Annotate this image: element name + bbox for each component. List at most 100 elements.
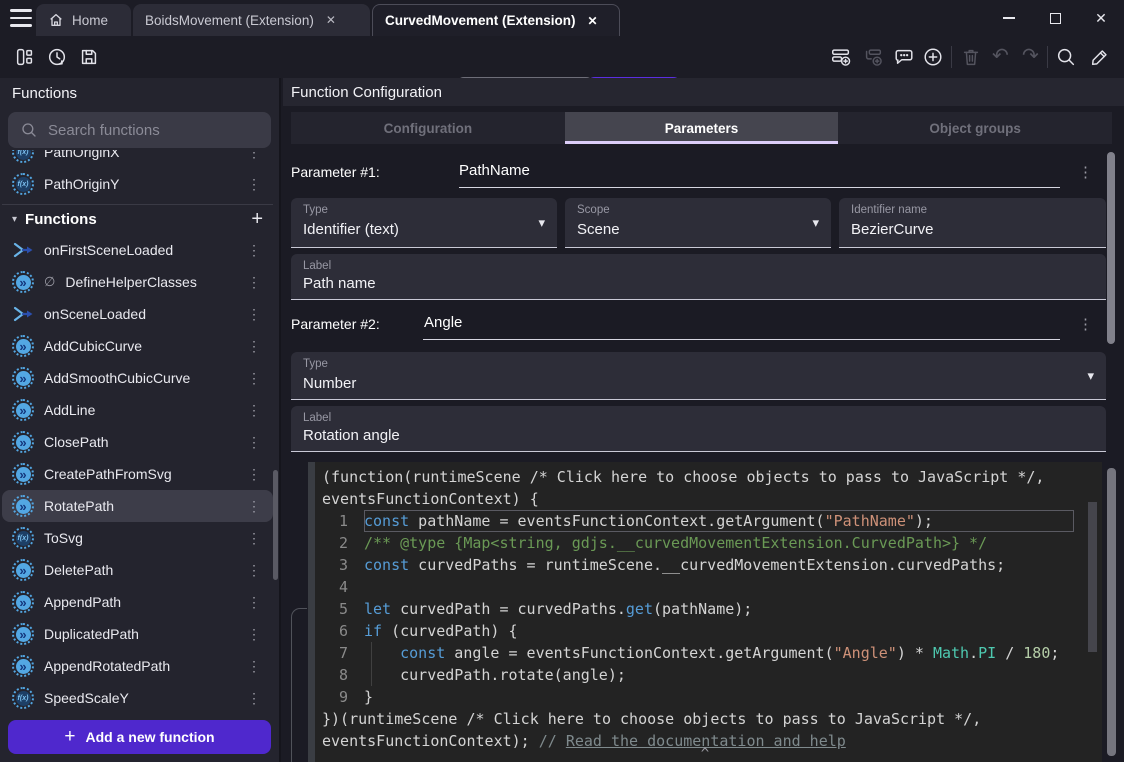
menu-dots-icon[interactable]: ⋮	[245, 530, 263, 547]
comment-icon[interactable]	[893, 46, 915, 68]
tab-object-groups[interactable]: Object groups	[838, 112, 1112, 144]
menu-dots-icon[interactable]: ⋮	[245, 434, 263, 451]
indent-guide	[371, 642, 372, 686]
menu-dots-icon[interactable]: ⋮	[245, 370, 263, 387]
search-icon[interactable]	[1055, 46, 1077, 68]
code-wrap-line[interactable]: (function(runtimeScene /* Click here to …	[315, 466, 1092, 488]
menu-dots-icon[interactable]: ⋮	[245, 176, 263, 193]
function-item-deletepath[interactable]: »DeletePath⋮	[2, 554, 273, 586]
code-wrap-line[interactable]: eventsFunctionContext) {	[315, 488, 1092, 510]
function-label: SpeedScaleY	[44, 690, 235, 706]
menu-dots-icon[interactable]: ⋮	[245, 658, 263, 675]
code-content[interactable]: (function(runtimeScene /* Click here to …	[315, 466, 1092, 752]
close-icon[interactable]: ✕	[584, 12, 602, 30]
menu-dots-icon[interactable]: ⋮	[245, 562, 263, 579]
code-text: eventsFunctionContext) {	[322, 488, 1074, 510]
param1-identifier-field[interactable]: Identifier name BezierCurve	[839, 198, 1106, 248]
close-icon[interactable]: ✕	[322, 11, 340, 29]
code-page-scrollbar[interactable]	[1107, 468, 1116, 756]
function-item-appendrotatedpath[interactable]: »AppendRotatedPath⋮	[2, 650, 273, 682]
add-function-button[interactable]: + Add a new function	[8, 720, 271, 754]
param1-scope-field[interactable]: Scope Scene ▾	[565, 198, 831, 248]
code-line-3[interactable]: 3const curvedPaths = runtimeScene.__curv…	[315, 554, 1092, 576]
code-wrap-line[interactable]: })(runtimeScene /* Click here to choose …	[315, 708, 1092, 730]
menu-dots-icon[interactable]: ⋮	[245, 466, 263, 483]
add-event-icon[interactable]	[830, 46, 852, 68]
code-line-4[interactable]: 4	[315, 576, 1092, 598]
code-line-2[interactable]: 2/** @type {Map<string, gdjs.__curvedMov…	[315, 532, 1092, 554]
function-item-speedscaley[interactable]: f(x)SpeedScaleY⋮	[2, 682, 273, 714]
code-line-7[interactable]: 7 const angle = eventsFunctionContext.ge…	[315, 642, 1092, 664]
menu-dots-icon[interactable]: ⋮	[245, 690, 263, 707]
param2-type-field[interactable]: Type Number ▾	[291, 352, 1106, 400]
search-box[interactable]	[8, 112, 271, 148]
menu-dots-icon[interactable]: ⋮	[245, 498, 263, 515]
history-icon[interactable]	[46, 46, 68, 68]
menu-dots-icon[interactable]: ⋮	[1078, 315, 1093, 333]
project-manager-icon[interactable]	[14, 46, 36, 68]
editor-scrollbar[interactable]	[1088, 502, 1097, 652]
param1-label-field[interactable]: Label Path name	[291, 254, 1106, 300]
code-line-8[interactable]: 8 curvedPath.rotate(angle);	[315, 664, 1092, 686]
function-item-addcubiccurve[interactable]: »AddCubicCurve⋮	[2, 330, 273, 362]
function-item-addline[interactable]: »AddLine⋮	[2, 394, 273, 426]
param1-type-field[interactable]: Type Identifier (text) ▾	[291, 198, 557, 248]
window-controls: ✕	[986, 0, 1124, 36]
function-item-addsmoothcubiccurve[interactable]: »AddSmoothCubicCurve⋮	[2, 362, 273, 394]
add-icon[interactable]: +	[251, 208, 263, 231]
function-label: AddLine	[44, 402, 235, 418]
action-function-icon: »	[12, 431, 34, 453]
menu-dots-icon[interactable]: ⋮	[245, 594, 263, 611]
edit-properties-icon[interactable]	[1089, 46, 1111, 68]
menu-dots-icon[interactable]: ⋮	[1078, 163, 1093, 181]
parameter-2-name-input[interactable]: Angle	[424, 314, 462, 331]
function-item-closepath[interactable]: »ClosePath⋮	[2, 426, 273, 458]
menu-dots-icon[interactable]: ⋮	[245, 242, 263, 259]
function-item-createpathfromsvg[interactable]: »CreatePathFromSvg⋮	[2, 458, 273, 490]
function-item-definehelperclasses[interactable]: »∅DefineHelperClasses⋮	[2, 266, 273, 298]
function-item-pathoriginx[interactable]: f(x)PathOriginX⋮	[2, 150, 273, 168]
tab-parameters[interactable]: Parameters	[565, 112, 839, 144]
code-line-9[interactable]: 9}	[315, 686, 1092, 708]
code-editor[interactable]: (function(runtimeScene /* Click here to …	[308, 462, 1102, 762]
field-value: Number	[303, 375, 356, 392]
menu-dots-icon[interactable]: ⋮	[245, 402, 263, 419]
code-line-5[interactable]: 5let curvedPath = curvedPaths.get(pathNa…	[315, 598, 1092, 620]
chevron-down-icon[interactable]: ▾	[538, 215, 545, 231]
param2-label-field[interactable]: Label Rotation angle	[291, 406, 1106, 452]
code-line-1[interactable]: 1const pathName = eventsFunctionContext.…	[315, 510, 1092, 532]
minimize-button[interactable]	[986, 0, 1032, 36]
function-item-tosvg[interactable]: f(x)ToSvg⋮	[2, 522, 273, 554]
sidebar-scrollbar[interactable]	[273, 470, 278, 580]
tab-configuration[interactable]: Configuration	[291, 112, 565, 144]
code-text: eventsFunctionContext); // Read the docu…	[322, 730, 1074, 752]
action-function-icon: »	[12, 559, 34, 581]
menu-dots-icon[interactable]: ⋮	[245, 626, 263, 643]
maximize-button[interactable]	[1032, 0, 1078, 36]
tab-home[interactable]: Home	[36, 4, 131, 36]
functions-section-header[interactable]: ▾Functions+	[2, 204, 273, 234]
close-window-button[interactable]: ✕	[1078, 0, 1124, 36]
menu-dots-icon[interactable]: ⋮	[245, 338, 263, 355]
function-item-pathoriginy[interactable]: f(x)PathOriginY⋮	[2, 168, 273, 200]
config-scrollbar[interactable]	[1107, 152, 1115, 344]
add-circle-icon[interactable]	[922, 46, 944, 68]
configuration-tabs: Configuration Parameters Object groups	[291, 112, 1112, 144]
code-line-6[interactable]: 6if (curvedPath) {	[315, 620, 1092, 642]
function-item-onsceneloaded[interactable]: onSceneLoaded⋮	[2, 298, 273, 330]
menu-dots-icon[interactable]: ⋮	[245, 306, 263, 323]
hamburger-menu-icon[interactable]	[10, 9, 32, 27]
function-item-onfirstsceneloaded[interactable]: onFirstSceneLoaded⋮	[2, 234, 273, 266]
function-item-duplicatedpath[interactable]: »DuplicatedPath⋮	[2, 618, 273, 650]
save-icon[interactable]	[78, 46, 100, 68]
parameter-1-name-input[interactable]: PathName	[459, 162, 530, 179]
search-input[interactable]	[48, 122, 259, 139]
tab-boidsmovement[interactable]: BoidsMovement (Extension) ✕	[133, 4, 370, 36]
tab-curvedmovement[interactable]: CurvedMovement (Extension) ✕	[372, 4, 620, 36]
menu-dots-icon[interactable]: ⋮	[245, 274, 263, 291]
chevron-down-icon[interactable]: ▾	[812, 215, 819, 231]
menu-dots-icon[interactable]: ⋮	[245, 150, 263, 161]
function-item-rotatepath[interactable]: »RotatePath⋮	[2, 490, 273, 522]
chevron-down-icon[interactable]: ▾	[1087, 368, 1094, 384]
function-item-appendpath[interactable]: »AppendPath⋮	[2, 586, 273, 618]
